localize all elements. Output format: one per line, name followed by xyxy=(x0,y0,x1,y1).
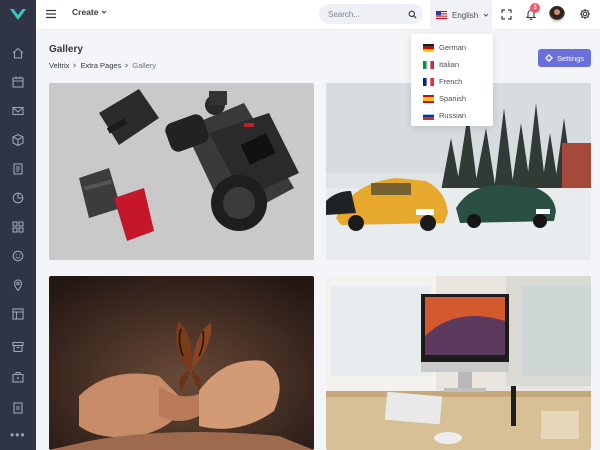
document-icon[interactable] xyxy=(11,162,25,176)
language-label: English xyxy=(452,10,479,20)
home-icon[interactable] xyxy=(11,46,25,60)
pie-chart-icon[interactable] xyxy=(11,191,25,205)
language-selector[interactable]: English xyxy=(430,0,492,30)
box-icon[interactable] xyxy=(11,133,25,147)
chevron-down-icon xyxy=(102,10,107,14)
layout-icon[interactable] xyxy=(11,307,25,321)
settings-button[interactable]: Settings xyxy=(538,49,591,67)
page-icon[interactable] xyxy=(11,401,25,415)
logo-icon xyxy=(10,8,26,20)
page-title: Gallery xyxy=(49,44,83,55)
smile-icon[interactable] xyxy=(11,249,25,263)
search-icon[interactable] xyxy=(408,10,417,19)
create-button[interactable]: Create xyxy=(72,7,107,17)
chevron-right-icon xyxy=(125,63,129,68)
flag-fr-icon xyxy=(423,77,434,86)
topbar: Create English 3 xyxy=(36,0,600,30)
chevron-down-icon xyxy=(483,13,489,17)
map-pin-icon[interactable] xyxy=(11,278,25,292)
gallery-image-workspace[interactable] xyxy=(326,276,591,450)
language-option-label: Russian xyxy=(439,111,467,120)
breadcrumb: Veltrix Extra Pages Gallery xyxy=(49,61,156,70)
gallery-image-camera[interactable] xyxy=(49,83,314,260)
more-icon[interactable]: ••• xyxy=(10,429,26,441)
gear-icon[interactable] xyxy=(579,8,591,20)
flag-ru-icon xyxy=(423,111,434,120)
flag-it-icon xyxy=(423,60,434,69)
language-option-german[interactable]: German xyxy=(411,39,493,56)
archive-icon[interactable] xyxy=(11,340,25,354)
sidebar: ••• xyxy=(0,0,36,450)
language-option-label: Spanish xyxy=(439,94,467,103)
language-option-label: German xyxy=(439,43,467,52)
breadcrumb-item[interactable]: Veltrix xyxy=(49,61,69,70)
flag-de-icon xyxy=(423,43,434,52)
avatar[interactable] xyxy=(549,6,565,22)
mail-icon[interactable] xyxy=(11,104,25,118)
breadcrumb-current: Gallery xyxy=(132,61,157,70)
search-input[interactable] xyxy=(328,8,402,20)
settings-label: Settings xyxy=(556,53,585,63)
language-option-french[interactable]: French xyxy=(411,73,493,90)
language-option-italian[interactable]: Italian xyxy=(411,56,493,73)
language-option-label: Italian xyxy=(439,60,460,69)
create-label: Create xyxy=(72,7,99,17)
briefcase-icon[interactable] xyxy=(11,370,25,384)
grid-icon[interactable] xyxy=(11,220,25,234)
hamburger-icon[interactable] xyxy=(45,8,57,20)
notification-badge: 3 xyxy=(530,3,540,13)
language-option-spanish[interactable]: Spanish xyxy=(411,90,493,107)
chevron-right-icon xyxy=(73,63,77,68)
language-option-label: French xyxy=(439,77,463,86)
gear-icon xyxy=(545,54,553,62)
language-option-russian[interactable]: Russian xyxy=(411,107,493,124)
gallery-image-butterfly[interactable] xyxy=(49,276,314,450)
fullscreen-icon[interactable] xyxy=(501,9,512,20)
flag-us-icon xyxy=(436,11,447,19)
breadcrumb-item[interactable]: Extra Pages xyxy=(80,61,121,70)
search-box xyxy=(319,4,423,24)
calendar-icon[interactable] xyxy=(11,75,25,89)
flag-es-icon xyxy=(423,94,434,103)
language-dropdown: German Italian French Spanish Russian xyxy=(411,34,493,126)
